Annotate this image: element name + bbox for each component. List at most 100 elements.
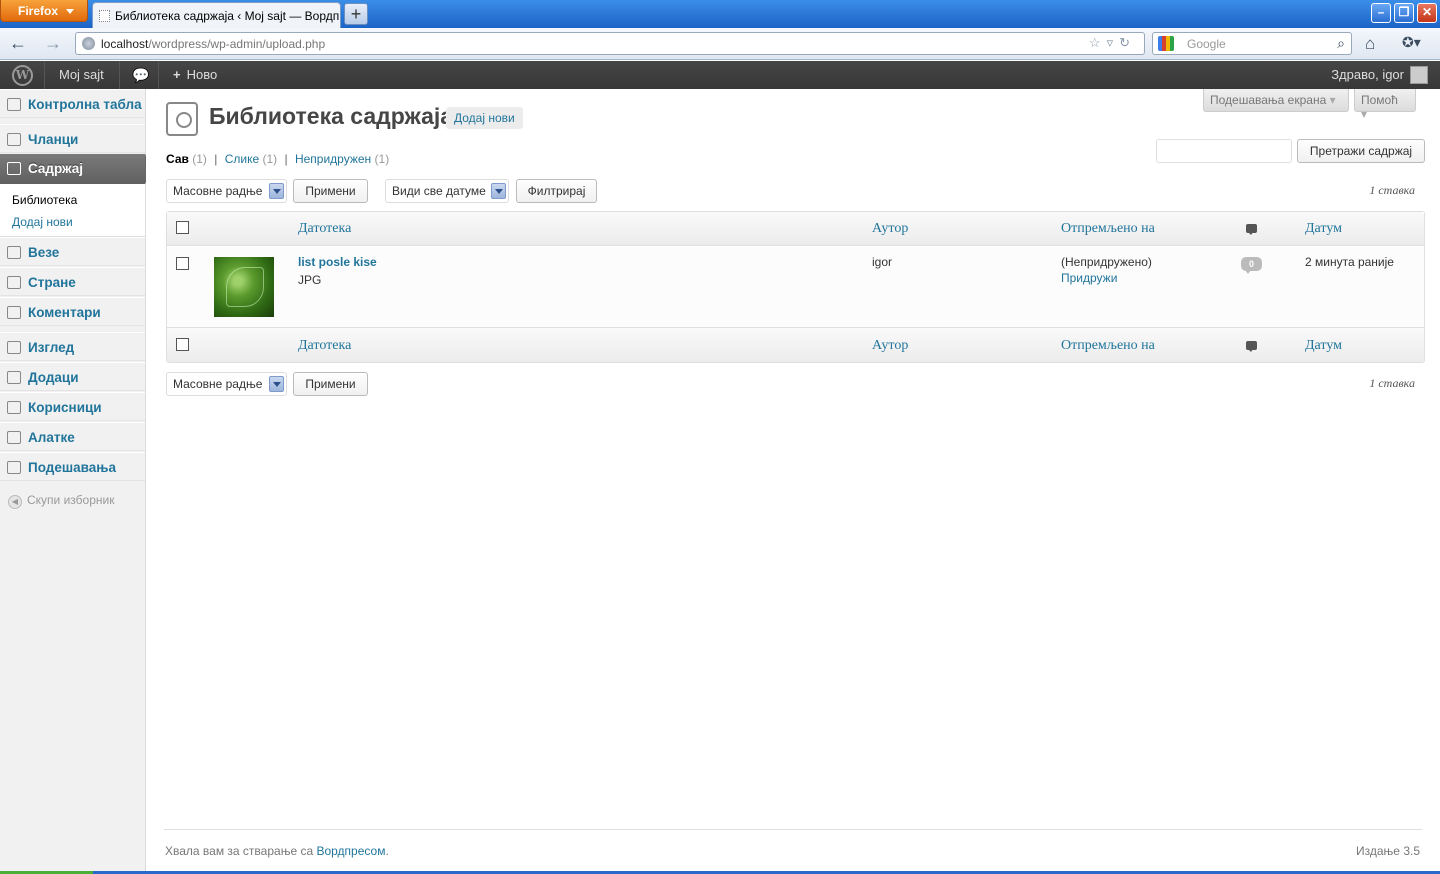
bookmarks-icon[interactable]: ✪▾ bbox=[1402, 34, 1432, 54]
column-date[interactable]: Датум bbox=[1305, 338, 1342, 354]
pin-icon bbox=[7, 133, 21, 146]
bulk-actions-select[interactable]: Масовне радње bbox=[166, 179, 287, 203]
bulk-actions-select-bottom[interactable]: Масовне радње bbox=[166, 372, 287, 396]
new-content-menu[interactable]: + Ново bbox=[173, 61, 217, 89]
column-file[interactable]: Датотека bbox=[298, 221, 351, 237]
select-all-checkbox[interactable] bbox=[176, 338, 189, 351]
attach-link[interactable]: Придружи bbox=[1061, 271, 1117, 285]
home-icon[interactable]: ⌂ bbox=[1365, 34, 1375, 54]
filter-images-count: (1) bbox=[262, 152, 278, 166]
wordpress-link[interactable]: Вордпресом bbox=[316, 844, 385, 858]
search-media-button[interactable]: Претражи садржај bbox=[1297, 139, 1425, 163]
media-submenu: Библиотека Додај нови bbox=[0, 184, 145, 237]
sidebar-item-media[interactable]: Садржај bbox=[0, 154, 153, 184]
row-checkbox[interactable] bbox=[176, 257, 189, 270]
media-title-link[interactable]: list posle kise bbox=[298, 255, 377, 269]
url-host: localhost bbox=[101, 37, 149, 51]
filter-button[interactable]: Филтрирај bbox=[516, 179, 597, 203]
filter-unattached-count: (1) bbox=[374, 152, 390, 166]
sidebar-item-label: Алатке bbox=[28, 430, 75, 445]
sidebar-item-links[interactable]: Везе bbox=[0, 237, 145, 266]
screen-options-label: Подешавања екрана bbox=[1210, 93, 1327, 107]
sidebar-item-appearance[interactable]: Изглед bbox=[0, 332, 145, 361]
forward-arrow-icon[interactable]: → bbox=[43, 34, 63, 54]
user-greeting[interactable]: Здраво, igor bbox=[1331, 61, 1404, 89]
browser-search-input[interactable]: Google ⌕ bbox=[1152, 32, 1352, 55]
restore-icon[interactable]: ❐ bbox=[1394, 3, 1414, 23]
sidebar-item-pages[interactable]: Стране bbox=[0, 267, 145, 296]
back-arrow-icon[interactable]: ← bbox=[8, 34, 28, 54]
comment-count-badge[interactable]: 0 bbox=[1241, 257, 1262, 274]
item-count-bottom: 1 ставка bbox=[1369, 376, 1415, 390]
browser-tab[interactable]: Библиотека садржаја ‹ Moj sajt — Вордпре… bbox=[92, 2, 341, 28]
select-all-checkbox[interactable] bbox=[176, 221, 189, 234]
sidebar-item-label: Подешавања bbox=[28, 460, 116, 475]
media-date: 2 минута раније bbox=[1305, 255, 1394, 269]
sidebar-item-label: Изглед bbox=[28, 340, 75, 355]
column-author[interactable]: Аутор bbox=[872, 338, 908, 354]
media-thumbnail[interactable] bbox=[214, 257, 274, 317]
admin-bar-separator bbox=[44, 61, 45, 89]
sidebar-item-label: Корисници bbox=[28, 400, 102, 415]
url-tools-icons[interactable]: ☆▿↻ bbox=[1089, 35, 1136, 51]
column-uploaded-to[interactable]: Отпремљено на bbox=[1061, 221, 1155, 237]
filter-all[interactable]: Сав bbox=[166, 152, 189, 166]
media-author[interactable]: igor bbox=[872, 255, 892, 269]
minimize-icon[interactable]: – bbox=[1371, 3, 1391, 23]
comment-bubble-icon bbox=[1246, 341, 1257, 352]
dropdown-arrow-icon bbox=[269, 376, 284, 392]
footer-version: Издање 3.5 bbox=[1356, 844, 1420, 858]
admin-bar-separator bbox=[119, 61, 120, 89]
magnifier-icon[interactable]: ⌕ bbox=[1337, 35, 1345, 52]
sidebar-item-posts[interactable]: Чланци bbox=[0, 124, 145, 153]
comment-bubble-icon bbox=[1246, 224, 1257, 235]
filter-separator: | bbox=[284, 152, 288, 166]
media-library-icon bbox=[166, 102, 198, 136]
help-button[interactable]: Помоћ ▾ bbox=[1354, 89, 1416, 121]
sidebar-item-comments[interactable]: Коментари bbox=[0, 297, 145, 326]
bulk-actions-value: Масовне радње bbox=[173, 184, 263, 198]
wordpress-logo-icon[interactable]: W bbox=[12, 65, 33, 86]
column-date[interactable]: Датум bbox=[1305, 221, 1342, 237]
submenu-library[interactable]: Библиотека bbox=[12, 193, 77, 207]
date-filter-value: Види све датуме bbox=[392, 184, 486, 198]
admin-sidebar: Контролна табла Чланци Садржај Библиотек… bbox=[0, 89, 153, 871]
site-name-link[interactable]: Moj sajt bbox=[59, 61, 104, 89]
apply-button[interactable]: Примени bbox=[293, 179, 368, 203]
url-path: /wordpress/wp-admin/upload.php bbox=[148, 37, 326, 51]
sidebar-item-settings[interactable]: Подешавања bbox=[0, 452, 145, 481]
new-tab-button[interactable]: + bbox=[344, 3, 368, 25]
collapse-menu-button[interactable]: ◀ Скупи изборник bbox=[8, 493, 114, 509]
avatar[interactable] bbox=[1410, 66, 1428, 84]
browser-titlebar: Firefox Библиотека садржаја ‹ Moj sajt —… bbox=[0, 0, 1440, 28]
column-author[interactable]: Аутор bbox=[872, 221, 908, 237]
sidebar-item-plugins[interactable]: Додаци bbox=[0, 362, 145, 391]
table-row: list posle kise JPG igor (Непридружено) … bbox=[167, 246, 1424, 328]
sidebar-item-label: Чланци bbox=[28, 132, 79, 147]
sidebar-item-dashboard[interactable]: Контролна табла bbox=[0, 89, 145, 118]
add-new-button[interactable]: Додај нови bbox=[446, 107, 523, 129]
filter-images[interactable]: Слике bbox=[225, 152, 259, 166]
new-label: Ново bbox=[186, 67, 218, 82]
screen-options-button[interactable]: Подешавања екрана ▾ bbox=[1203, 89, 1349, 112]
sidebar-item-users[interactable]: Корисници bbox=[0, 392, 145, 421]
column-file[interactable]: Датотека bbox=[298, 338, 351, 354]
url-bar[interactable]: localhost/wordpress/wp-admin/upload.php … bbox=[75, 32, 1145, 55]
comments-bubble-icon[interactable]: 💬 bbox=[132, 61, 149, 89]
submenu-add-new[interactable]: Додај нови bbox=[12, 215, 73, 229]
filter-unattached[interactable]: Непридружен bbox=[295, 152, 371, 166]
sidebar-item-tools[interactable]: Алатке bbox=[0, 422, 145, 451]
sidebar-item-label: Коментари bbox=[28, 305, 101, 320]
firefox-menu-button[interactable]: Firefox bbox=[0, 0, 88, 22]
media-icon bbox=[7, 162, 21, 175]
globe-icon bbox=[82, 37, 95, 50]
bulk-actions-value: Масовне радње bbox=[173, 377, 263, 391]
column-uploaded-to[interactable]: Отпремљено на bbox=[1061, 338, 1155, 354]
tools-icon bbox=[7, 431, 21, 444]
plugin-icon bbox=[7, 371, 21, 384]
date-filter-select[interactable]: Види све датуме bbox=[385, 179, 509, 203]
uploaded-to-status: (Непридружено) bbox=[1061, 255, 1152, 269]
media-search-input[interactable] bbox=[1156, 139, 1292, 163]
close-window-icon[interactable]: ✕ bbox=[1417, 3, 1437, 23]
apply-button-bottom[interactable]: Примени bbox=[293, 372, 368, 396]
